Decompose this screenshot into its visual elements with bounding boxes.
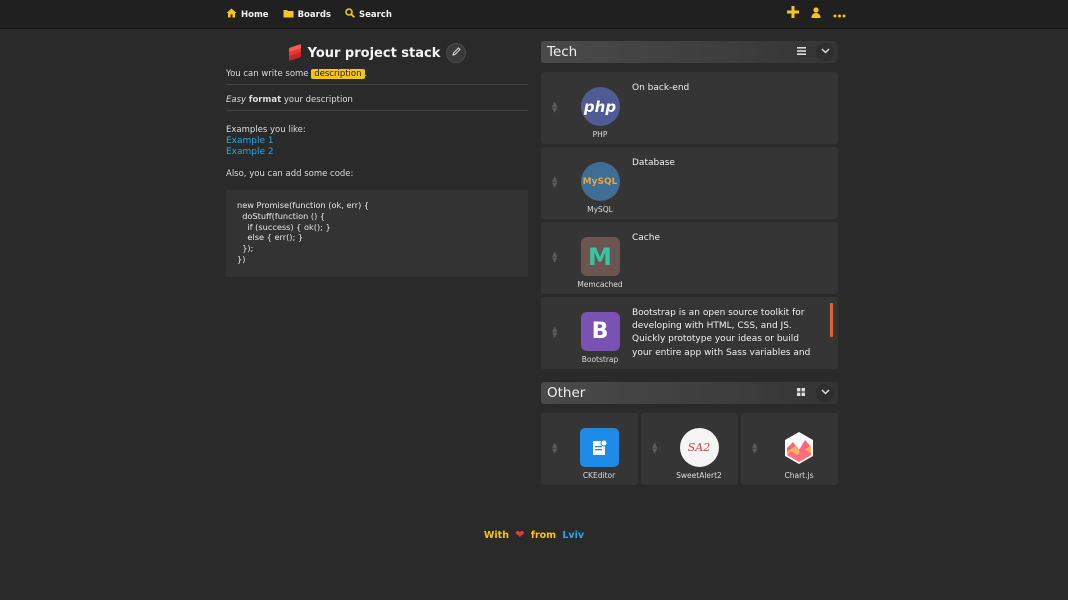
stack-panel: Tech ▲ ▼ php PHP On back-end ▲ ▼ MySQL M… xyxy=(541,41,838,485)
format-line: Easy format your description xyxy=(226,95,528,111)
mysql-logo-icon: MySQL xyxy=(580,162,620,201)
tech-note: On back-end xyxy=(632,83,690,93)
ckeditor-logo-wrap: CKEditor xyxy=(578,428,620,480)
other-card-ckeditor[interactable]: ▲ ▼ CKEditor xyxy=(541,413,638,485)
drag-handle-icon[interactable]: ▲ ▼ xyxy=(552,101,557,114)
tech-note: Cache xyxy=(632,233,660,243)
desc-suffix: . xyxy=(364,69,368,79)
tech-note: Database xyxy=(632,158,675,168)
other-card-chartjs[interactable]: ▲ ▼ Chart.js xyxy=(741,413,838,485)
scrollbar[interactable] xyxy=(830,303,833,337)
tech-name: Memcached xyxy=(577,280,623,289)
other-card-sweetalert2[interactable]: ▲ ▼ SA2 SweetAlert2 xyxy=(641,413,738,485)
nav-boards-label: Boards xyxy=(297,9,331,20)
tech-card-php[interactable]: ▲ ▼ php PHP On back-end xyxy=(541,72,838,144)
nav-search-label: Search xyxy=(358,9,392,20)
nav-boards[interactable]: Boards xyxy=(283,8,331,21)
project-title-row: Your project stack xyxy=(226,42,528,64)
drag-handle-icon[interactable]: ▲ ▼ xyxy=(552,251,557,264)
bootstrap-logo-icon: B xyxy=(580,312,620,351)
folder-icon xyxy=(283,9,294,21)
project-description: You can write some description. Easy for… xyxy=(226,69,528,277)
desc-prefix: You can write some xyxy=(226,69,312,79)
other-section-title: Other xyxy=(547,385,586,401)
mysql-logo-wrap: MySQL MySQL xyxy=(579,162,621,214)
tech-name: Bootstrap xyxy=(581,355,619,364)
other-name: CKEditor xyxy=(582,471,616,480)
easy-text: Easy xyxy=(226,95,247,105)
bootstrap-logo-wrap: B Bootstrap xyxy=(579,312,621,364)
edit-button[interactable] xyxy=(446,43,467,63)
drag-handle-icon[interactable]: ▲ ▼ xyxy=(552,442,557,455)
sweetalert2-logo-wrap: SA2 SweetAlert2 xyxy=(676,428,722,480)
footer-with: With xyxy=(483,530,509,541)
list-view-button[interactable] xyxy=(792,43,810,61)
home-icon xyxy=(226,8,237,21)
description-highlight: description xyxy=(311,69,365,79)
footer-city-link[interactable]: Lviv xyxy=(562,530,584,541)
plus-icon[interactable] xyxy=(787,6,799,22)
drag-handle-icon[interactable]: ▲ ▼ xyxy=(752,442,757,455)
sweetalert2-logo-icon: SA2 xyxy=(679,428,719,467)
grid-icon xyxy=(797,387,805,399)
example-1-link[interactable]: Example 1 xyxy=(226,136,528,147)
code-label: Also, you can add some code: xyxy=(226,169,354,179)
tech-list: ▲ ▼ php PHP On back-end ▲ ▼ MySQL MySQL Da… xyxy=(541,72,838,369)
tech-header-actions xyxy=(792,43,834,61)
heart-icon: ❤ xyxy=(515,528,525,541)
user-icon[interactable] xyxy=(811,6,821,22)
tech-card-mysql[interactable]: ▲ ▼ MySQL MySQL Database xyxy=(541,147,838,219)
nav-home-label: Home xyxy=(241,9,269,20)
tech-name: MySQL xyxy=(587,205,613,214)
tech-card-bootstrap[interactable]: ▲ ▼ B Bootstrap Bootstrap is an open sour… xyxy=(541,297,838,369)
more-icon[interactable] xyxy=(833,6,846,22)
top-actions xyxy=(787,6,846,22)
grid-view-button[interactable] xyxy=(792,384,810,402)
page-title: Your project stack xyxy=(307,45,441,61)
examples-block: Examples you like: Example 1 Example 2 xyxy=(226,125,528,158)
format-rest: your description xyxy=(281,95,353,105)
code-block: new Promise(function (ok, err) { doStuff… xyxy=(226,190,528,277)
memcached-logo-icon: M xyxy=(580,237,620,276)
nav-home[interactable]: Home xyxy=(226,8,269,21)
description-line: You can write some description. xyxy=(226,69,528,85)
tech-note: Bootstrap is an open source toolkit for … xyxy=(632,308,811,357)
tech-section-header: Tech xyxy=(541,41,838,63)
chevron-down-icon xyxy=(820,47,830,57)
other-name: Chart.js xyxy=(784,471,814,480)
php-logo-icon: php xyxy=(580,87,620,126)
examples-label: Examples you like: xyxy=(226,125,306,135)
tech-name: PHP xyxy=(592,130,608,139)
drag-handle-icon[interactable]: ▲ ▼ xyxy=(552,176,557,189)
search-icon xyxy=(345,8,355,21)
php-logo-wrap: php PHP xyxy=(579,87,621,139)
memcached-logo-wrap: M Memcached xyxy=(577,237,623,289)
tech-collapse-button[interactable] xyxy=(816,43,834,61)
other-name: SweetAlert2 xyxy=(676,471,722,480)
pencil-icon xyxy=(452,47,461,59)
other-collapse-button[interactable] xyxy=(816,384,834,402)
top-navbar: Home Boards Search xyxy=(0,0,1068,29)
chartjs-logo-wrap: Chart.js xyxy=(778,428,820,480)
chartjs-logo-icon xyxy=(780,428,819,467)
drag-handle-icon[interactable]: ▲ ▼ xyxy=(552,326,557,339)
other-section-header: Other xyxy=(541,382,838,404)
other-grid: ▲ ▼ CKEditor ▲ ▼ SA2 SweetAlert2 ▲ ▼ Chart.… xyxy=(541,413,838,485)
nav-search[interactable]: Search xyxy=(345,8,392,21)
chevron-down-icon xyxy=(820,388,830,398)
tech-section-title: Tech xyxy=(547,44,578,60)
footer: With ❤ from Lviv xyxy=(0,528,1068,541)
format-text: format xyxy=(248,95,282,105)
main-nav: Home Boards Search xyxy=(226,8,392,21)
ckeditor-logo-icon xyxy=(579,428,619,467)
layers-icon xyxy=(288,44,302,61)
project-panel: Your project stack You can write some de… xyxy=(226,42,528,277)
tech-card-memcached[interactable]: ▲ ▼ M Memcached Cache xyxy=(541,222,838,294)
other-header-actions xyxy=(792,384,834,402)
example-2-link[interactable]: Example 2 xyxy=(226,147,528,158)
footer-from: from xyxy=(530,530,557,541)
list-icon xyxy=(796,46,806,58)
drag-handle-icon[interactable]: ▲ ▼ xyxy=(652,442,657,455)
